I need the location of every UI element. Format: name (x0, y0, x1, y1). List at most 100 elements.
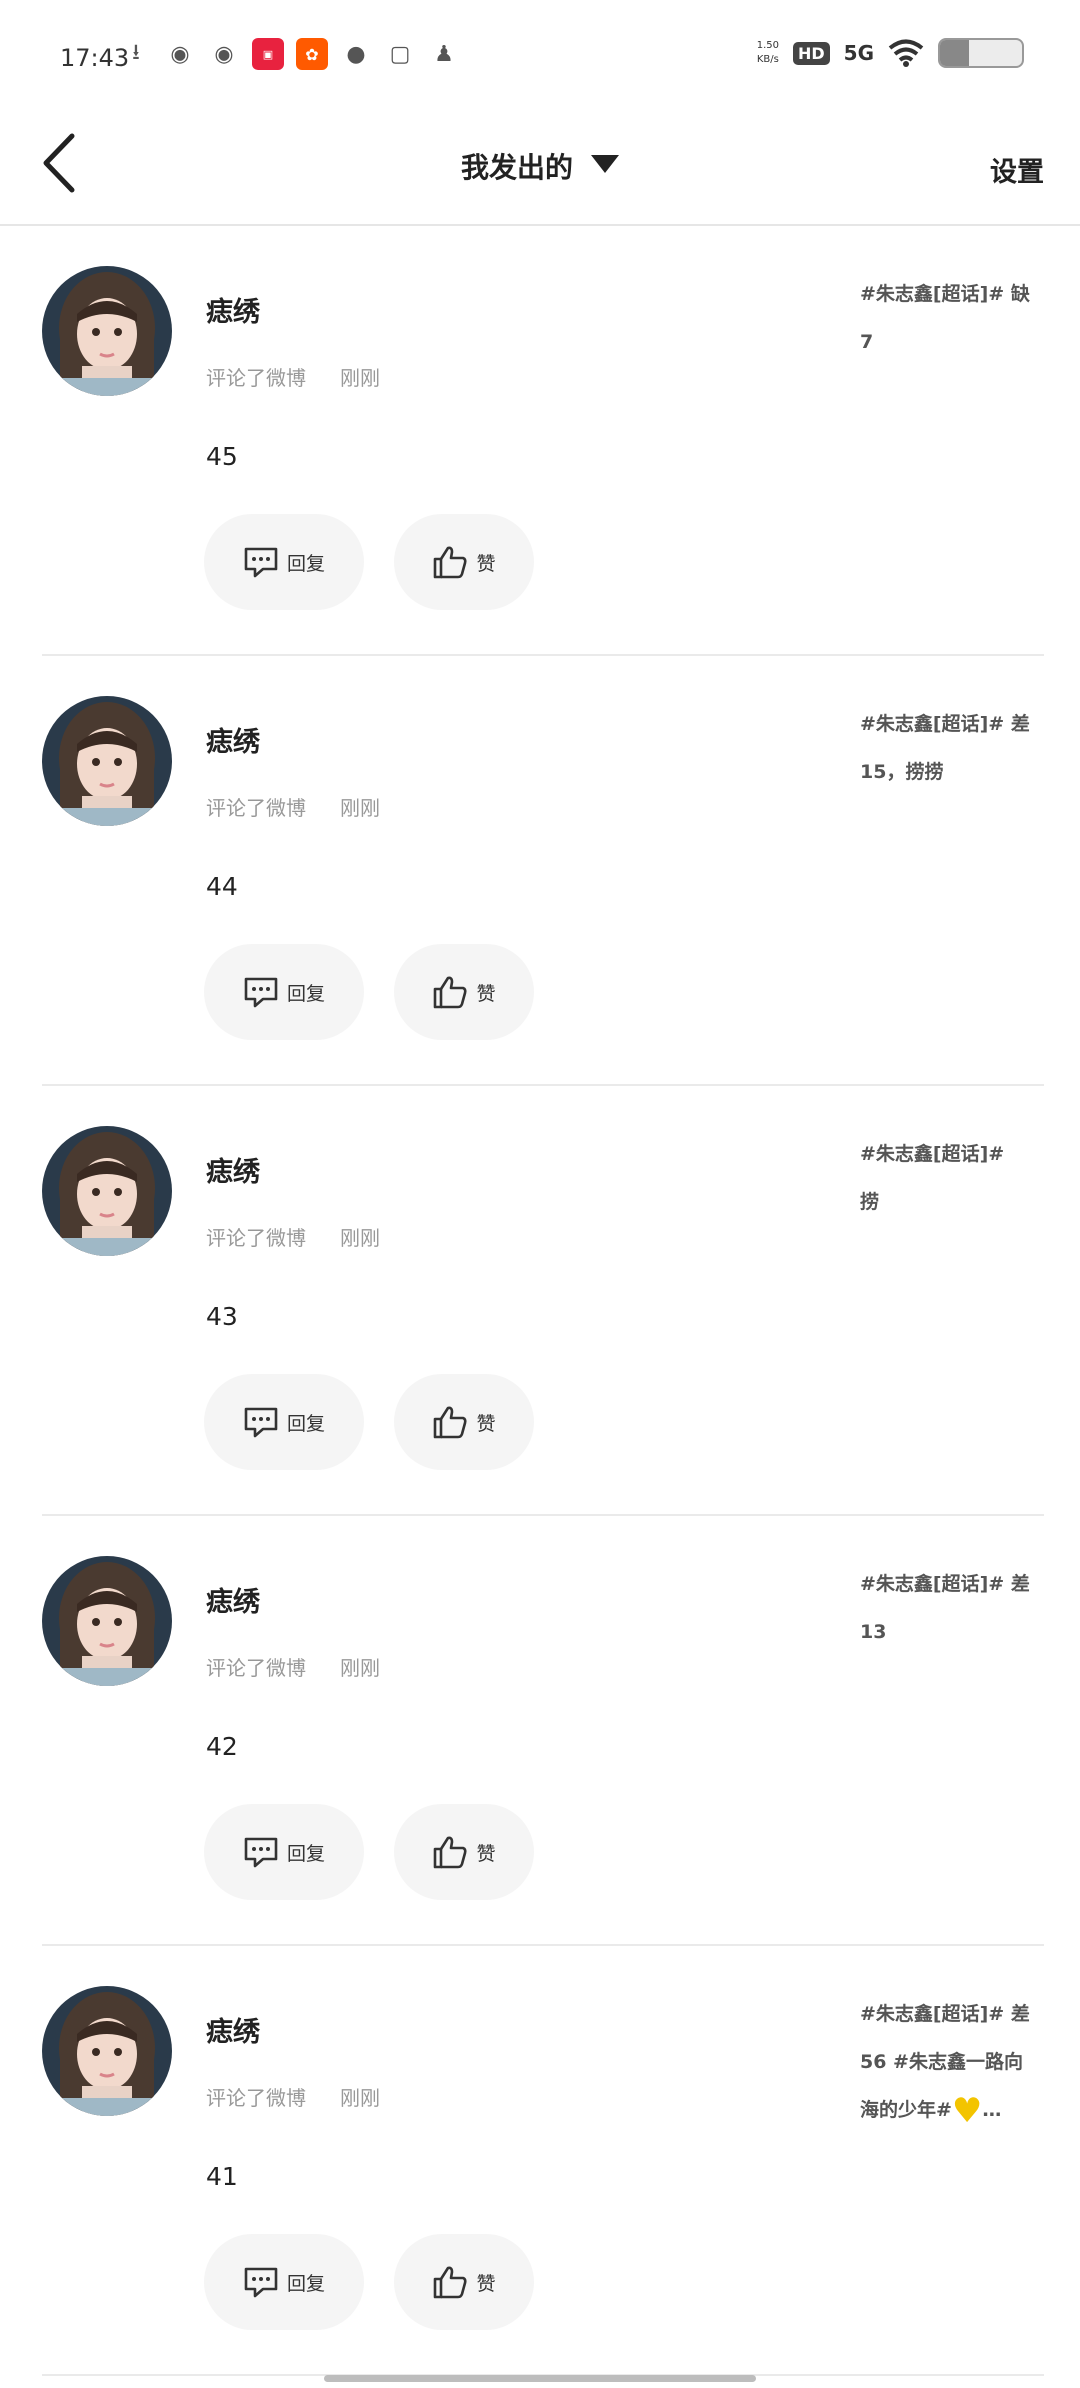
comment-meta: 评论了微博 刚刚 (206, 792, 380, 821)
ref-line: #朱志鑫[超话]# 差 (860, 2003, 1030, 2025)
xiaohongshu-icon: ▣ (252, 38, 284, 70)
comment-meta: 评论了微博 刚刚 (206, 1222, 380, 1251)
reply-button[interactable]: 回复 (204, 1804, 364, 1900)
comment-item: 痣绣 评论了微博 刚刚 43 回复 赞 #朱志鑫[超话]# 捞 (0, 1086, 1080, 1516)
signal-icon: 5G (843, 41, 874, 65)
ref-line: 56 #朱志鑫一路向 (860, 2051, 1023, 2073)
thumbs-up-icon (434, 546, 468, 579)
action-text: 评论了微博 (206, 2086, 306, 2110)
comment-icon (244, 977, 278, 1008)
comment-actions: 回复 赞 (204, 514, 534, 610)
ref-line-text: 海的少年# (860, 2099, 952, 2121)
username[interactable]: 痣绣 (206, 2010, 260, 2049)
thumbs-up-icon (434, 976, 468, 1009)
timestamp: 刚刚 (340, 1656, 380, 1680)
comment-actions: 回复 赞 (204, 1804, 534, 1900)
home-indicator[interactable] (324, 2375, 756, 2382)
comment-meta: 评论了微博 刚刚 (206, 362, 380, 391)
like-button[interactable]: 赞 (394, 1804, 534, 1900)
kuaishou-icon: ✿ (296, 38, 328, 70)
comment-actions: 回复 赞 (204, 2234, 534, 2330)
action-text: 评论了微博 (206, 796, 306, 820)
timestamp: 刚刚 (340, 2086, 380, 2110)
chat-icon: ● (346, 41, 366, 67)
like-label: 赞 (476, 1412, 496, 1435)
page-title: 我发出的 (460, 151, 573, 184)
system-status: 1.50 KB/s HD 5G (757, 38, 1024, 68)
hd-badge: HD (792, 41, 830, 65)
yellow-heart-icon: ♥ (951, 2090, 983, 2131)
reply-button[interactable]: 回复 (204, 2234, 364, 2330)
caret-down-icon (591, 155, 619, 173)
ref-line: #朱志鑫[超话]# 缺 (860, 283, 1030, 305)
qq-icon: ♟ (434, 41, 454, 67)
wifi-icon (888, 39, 924, 67)
comment-content[interactable]: 41 (206, 2162, 238, 2191)
timestamp: 刚刚 (340, 366, 380, 390)
comment-content[interactable]: 45 (206, 442, 238, 471)
download-icon: ⭳ (132, 40, 140, 65)
weibo-icon: ◉ (214, 41, 234, 67)
like-label: 赞 (476, 1842, 496, 1865)
thumbs-up-icon (434, 1406, 468, 1439)
action-text: 评论了微博 (206, 1656, 306, 1680)
reply-label: 回复 (286, 982, 325, 1005)
referenced-post-preview[interactable]: #朱志鑫[超话]# 差 13 (860, 1560, 1042, 1656)
weibo-icon: ◉ (170, 41, 190, 67)
comment-actions: 回复 赞 (204, 944, 534, 1040)
comment-icon (244, 2267, 278, 2298)
referenced-post-preview[interactable]: #朱志鑫[超话]# 缺 7 (860, 270, 1042, 366)
status-time: 17:43 (60, 44, 130, 72)
comment-icon (244, 1407, 278, 1438)
comment-actions: 回复 赞 (204, 1374, 534, 1470)
comment-content[interactable]: 42 (206, 1732, 238, 1761)
reply-label: 回复 (286, 1842, 325, 1865)
ref-line: #朱志鑫[超话]# (860, 1143, 1005, 1165)
status-bar: 17:43 ⭳ ◉ ◉ ▣ ✿ ● ▢ ♟ 1.50 KB/s HD 5G (0, 0, 1080, 110)
action-text: 评论了微博 (206, 366, 306, 390)
ref-line: 15，捞捞 (860, 761, 944, 783)
like-button[interactable]: 赞 (394, 514, 534, 610)
referenced-post-preview[interactable]: #朱志鑫[超话]# 差 56 #朱志鑫一路向 海的少年# ♥… (860, 1990, 1042, 2134)
avatar[interactable] (42, 266, 172, 396)
reply-button[interactable]: 回复 (204, 944, 364, 1040)
comment-item: 痣绣 评论了微博 刚刚 44 回复 赞 #朱志鑫[超话]# 差 15，捞捞 (0, 656, 1080, 1086)
comment-item: 痣绣 评论了微博 刚刚 41 回复 赞 #朱志鑫[超话]# 差 56 #朱志鑫一… (0, 1946, 1080, 2376)
avatar[interactable] (42, 696, 172, 826)
ref-line: 13 (860, 1621, 887, 1643)
ref-line: 7 (860, 331, 874, 353)
username[interactable]: 痣绣 (206, 1580, 260, 1619)
reply-button[interactable]: 回复 (204, 1374, 364, 1470)
reply-button[interactable]: 回复 (204, 514, 364, 610)
comment-content[interactable]: 43 (206, 1302, 238, 1331)
avatar[interactable] (42, 1556, 172, 1686)
reply-label: 回复 (286, 552, 325, 575)
like-button[interactable]: 赞 (394, 1374, 534, 1470)
top-nav-bar: 我发出的 设置 (0, 110, 1080, 226)
action-text: 评论了微博 (206, 1226, 306, 1250)
comment-icon (244, 1837, 278, 1868)
comment-list: 痣绣 评论了微博 刚刚 45 回复 赞 #朱志鑫[超话]# 缺 7 痣绣 评论了… (0, 226, 1080, 2376)
timestamp: 刚刚 (340, 796, 380, 820)
like-label: 赞 (476, 552, 496, 575)
avatar[interactable] (42, 1126, 172, 1256)
referenced-post-preview[interactable]: #朱志鑫[超话]# 差 15，捞捞 (860, 700, 1042, 796)
page-title-dropdown[interactable]: 我发出的 (461, 151, 619, 184)
username[interactable]: 痣绣 (206, 290, 260, 329)
ref-line: 海的少年# ♥… (860, 2086, 1042, 2134)
comment-meta: 评论了微博 刚刚 (206, 2082, 380, 2111)
reply-label: 回复 (286, 1412, 325, 1435)
username[interactable]: 痣绣 (206, 720, 260, 759)
battery-icon (938, 38, 1024, 68)
thumbs-up-icon (434, 2266, 468, 2299)
notification-icons: ⭳ ◉ ◉ ▣ ✿ ● ▢ ♟ (120, 38, 460, 70)
referenced-post-preview[interactable]: #朱志鑫[超话]# 捞 (860, 1130, 1042, 1226)
avatar[interactable] (42, 1986, 172, 2116)
comment-meta: 评论了微博 刚刚 (206, 1652, 380, 1681)
timestamp: 刚刚 (340, 1226, 380, 1250)
username[interactable]: 痣绣 (206, 1150, 260, 1189)
like-button[interactable]: 赞 (394, 2234, 534, 2330)
settings-button[interactable]: 设置 (990, 150, 1044, 189)
comment-content[interactable]: 44 (206, 872, 238, 901)
like-button[interactable]: 赞 (394, 944, 534, 1040)
